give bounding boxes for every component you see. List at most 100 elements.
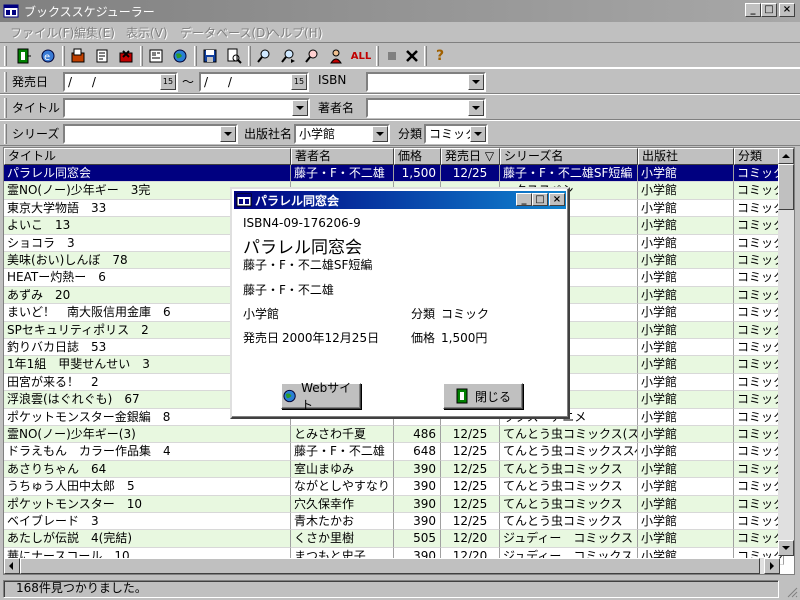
- table-row[interactable]: パラレル同窓会 藤子・F・不二雄 1,500 12/25 藤子・F・不二雄SF短編 小学館…: [4, 165, 784, 183]
- menu-database[interactable]: データベース(D): [180, 24, 270, 41]
- col-header-title[interactable]: タイトル: [4, 148, 291, 165]
- cell-price: 390: [394, 478, 441, 496]
- website-button[interactable]: Webサイト: [281, 381, 361, 412]
- title-combo[interactable]: [63, 98, 310, 118]
- filter-grip[interactable]: [4, 72, 7, 92]
- dialog-close-button[interactable]: ×: [549, 193, 565, 206]
- dialog-maximize-button[interactable]: □: [532, 193, 548, 206]
- category-label: 分類: [398, 127, 423, 141]
- category-dropdown-icon[interactable]: [470, 126, 486, 142]
- dialog-close-action-button[interactable]: 閉じる: [443, 383, 523, 409]
- user-search-icon[interactable]: [326, 46, 346, 66]
- stop-icon[interactable]: [382, 46, 402, 66]
- cell-release: 12/25: [441, 495, 500, 513]
- category-combo[interactable]: コミック: [424, 124, 488, 144]
- scroll-right-icon[interactable]: [764, 558, 780, 574]
- new-record-icon[interactable]: [68, 46, 88, 66]
- menu-view[interactable]: 表示(V): [126, 24, 168, 41]
- save-icon[interactable]: [200, 46, 220, 66]
- scroll-up-icon[interactable]: [778, 148, 794, 164]
- cell-series: てんとう虫コミックス: [500, 460, 638, 479]
- scroll-left-icon[interactable]: [4, 558, 20, 574]
- cell-publisher: 小学館: [638, 234, 734, 252]
- cell-series: 藤子・F・不二雄SF短編: [500, 165, 638, 183]
- close-button[interactable]: ×: [779, 3, 795, 17]
- col-header-price[interactable]: 価格: [394, 148, 441, 165]
- table-row[interactable]: うちゅう人田中太郎 5 ながとしやすなり 390 12/25 てんとう虫コミックス 小学館…: [4, 478, 784, 496]
- maximize-button[interactable]: □: [761, 3, 777, 17]
- edit-record-icon[interactable]: [92, 46, 112, 66]
- isbn-dropdown-icon[interactable]: [468, 74, 484, 90]
- help-icon[interactable]: ?: [430, 46, 450, 66]
- table-row[interactable]: ベイブレード 3 青木たかお 390 12/25 てんとう虫コミックス 小学館 コミック: [4, 513, 784, 531]
- cell-publisher: 小学館: [638, 391, 734, 409]
- publisher-combo[interactable]: 小学館: [294, 124, 390, 144]
- calendar-to-icon[interactable]: 15: [291, 74, 307, 90]
- menu-help[interactable]: ヘルプ(H): [268, 24, 322, 41]
- table-row[interactable]: ポケットモンスター 10 穴久保幸作 390 12/25 てんとう虫コミックス 小学館 コミ…: [4, 495, 784, 513]
- horizontal-scroll-thumb[interactable]: [20, 558, 760, 574]
- series-dropdown-icon[interactable]: [220, 126, 236, 142]
- cell-author: くさか里樹: [291, 530, 394, 548]
- cell-price: 390: [394, 495, 441, 513]
- publisher-dropdown-icon[interactable]: [372, 126, 388, 142]
- series-combo[interactable]: [63, 124, 238, 144]
- search-next-icon[interactable]: [278, 46, 298, 66]
- toolbar-grip[interactable]: [4, 46, 7, 66]
- minimize-button[interactable]: _: [745, 3, 761, 17]
- cell-release: 12/25: [441, 513, 500, 531]
- cell-release: 12/25: [441, 443, 500, 461]
- cell-series: ジュディー コミックス: [500, 530, 638, 548]
- properties-icon[interactable]: [146, 46, 166, 66]
- scroll-down-icon[interactable]: [778, 540, 794, 556]
- menu-file[interactable]: ファイル(F): [10, 24, 74, 41]
- globe-icon[interactable]: [170, 46, 190, 66]
- author-combo[interactable]: [366, 98, 486, 118]
- table-row[interactable]: あさりちゃん 64 室山まゆみ 390 12/25 てんとう虫コミックス 小学館 コミック: [4, 460, 784, 479]
- table-row[interactable]: あたしが伝説 4(完結) くさか里樹 505 12/20 ジュディー コミックス 小学館コ…: [4, 530, 784, 548]
- menu-edit[interactable]: 編集(E): [74, 24, 115, 41]
- calendar-from-icon[interactable]: 15: [160, 74, 176, 90]
- isbn-label: ISBN: [318, 73, 347, 87]
- col-header-publisher[interactable]: 出版社: [638, 148, 734, 165]
- cell-publisher: 小学館: [638, 373, 734, 392]
- table-row[interactable]: 霊NO(ノー)少年ギー(3) とみさわ千夏 486 12/25 てんとう虫コミックス(ス…: [4, 426, 784, 444]
- cancel-icon[interactable]: [402, 46, 422, 66]
- filter-row-series: シリーズ 出版社名 小学館 分類 コミック: [0, 120, 800, 146]
- series-label: シリーズ: [12, 127, 60, 141]
- cell-publisher: 小学館: [638, 321, 734, 339]
- col-header-release[interactable]: 発売日 ▽: [441, 148, 500, 165]
- title-dropdown-icon[interactable]: [292, 100, 308, 116]
- isbn-combo[interactable]: [366, 72, 486, 92]
- cell-category: コミック: [734, 339, 784, 357]
- horizontal-scrollbar[interactable]: [4, 558, 780, 574]
- app-icon: [3, 4, 19, 18]
- dialog-price-label: 価格: [411, 331, 436, 345]
- search-author-icon[interactable]: [302, 46, 322, 66]
- cell-author: 穴久保幸作: [291, 495, 394, 513]
- exit-icon[interactable]: [14, 46, 34, 66]
- cell-release: 12/25: [441, 460, 500, 479]
- resize-grip-icon[interactable]: [786, 586, 798, 598]
- filter-row-title: タイトル 著者名: [0, 94, 800, 120]
- search-icon[interactable]: [254, 46, 274, 66]
- cell-category: コミック: [734, 356, 784, 374]
- browser-icon[interactable]: e: [38, 46, 58, 66]
- filter-grip[interactable]: [4, 98, 7, 118]
- col-header-category[interactable]: 分類: [734, 148, 784, 165]
- col-header-series[interactable]: シリーズ名: [500, 148, 638, 165]
- col-header-author[interactable]: 著者名: [291, 148, 394, 165]
- dialog-minimize-button[interactable]: _: [516, 193, 532, 206]
- author-dropdown-icon[interactable]: [468, 100, 484, 116]
- vertical-scroll-thumb[interactable]: [778, 164, 794, 210]
- release-date-from-field[interactable]: / / 15: [63, 72, 178, 92]
- release-date-to-field[interactable]: / / 15: [199, 72, 309, 92]
- cell-publisher: 小学館: [638, 165, 734, 183]
- filter-row-date: 発売日 / / 15 ～ / / 15 ISBN: [0, 68, 800, 94]
- delete-record-icon[interactable]: [116, 46, 136, 66]
- print-preview-icon[interactable]: [224, 46, 244, 66]
- filter-grip[interactable]: [4, 124, 7, 144]
- vertical-scrollbar[interactable]: [778, 148, 794, 556]
- table-row[interactable]: ドラえもん カラー作品集 4 藤子・F・不二雄 648 12/25 てんとう虫コミックス…: [4, 443, 784, 461]
- show-all-button[interactable]: ALL: [348, 46, 374, 66]
